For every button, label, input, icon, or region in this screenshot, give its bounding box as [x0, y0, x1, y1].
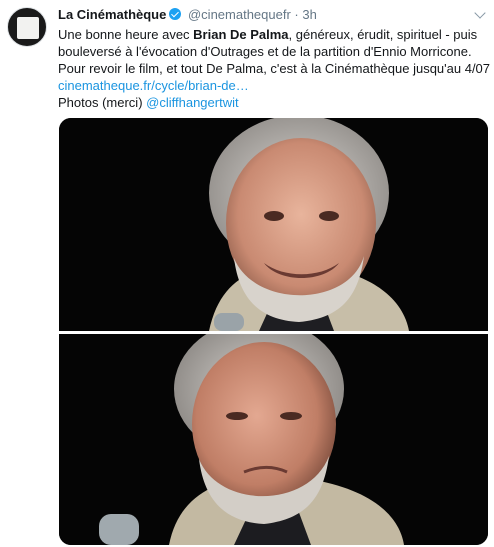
- tweet[interactable]: La Cinémathèque @cinemathequefr · 3h Une…: [0, 0, 494, 547]
- text-line-3: Pour revoir le film, et tout De Palma, c…: [58, 61, 491, 76]
- bold-name: Brian De Palma: [193, 27, 289, 42]
- text-segment: Une bonne heure avec: [58, 27, 194, 42]
- author-name[interactable]: La Cinémathèque: [58, 7, 166, 22]
- text-segment: , généreux, érudit, spirituel - puis: [288, 27, 478, 42]
- verified-badge-icon: [169, 8, 182, 20]
- media-gallery: [59, 118, 488, 545]
- cycle-link[interactable]: cinematheque.fr/cycle/brian-de…: [58, 78, 249, 93]
- photo-1[interactable]: [59, 118, 488, 331]
- chevron-down-icon[interactable]: [474, 7, 486, 19]
- portrait-photo-1: [59, 118, 488, 331]
- photographer-mention-link[interactable]: @cliffhangertwit: [146, 95, 238, 110]
- text-segment: Photos (merci): [58, 95, 147, 110]
- text-line-5: Photos (merci) @cliffhangertwit: [58, 94, 484, 111]
- timestamp[interactable]: 3h: [302, 7, 316, 22]
- text-line-2: bouleversé à l'évocation d'Outrages et d…: [58, 44, 472, 59]
- author-handle[interactable]: @cinemathequefr: [188, 7, 291, 22]
- photo-2[interactable]: [59, 334, 488, 545]
- cinematheque-logo-icon: [17, 17, 39, 39]
- avatar[interactable]: [7, 7, 47, 47]
- tweet-text: Une bonne heure avec Brian De Palma, gén…: [58, 26, 491, 111]
- text-line-4: cinematheque.fr/cycle/brian-de…: [58, 77, 484, 94]
- portrait-photo-2: [59, 334, 488, 545]
- tweet-header: La Cinémathèque @cinemathequefr · 3h: [58, 5, 317, 25]
- text-line-1: Une bonne heure avec Brian De Palma, gén…: [58, 26, 484, 43]
- separator: ·: [294, 7, 299, 22]
